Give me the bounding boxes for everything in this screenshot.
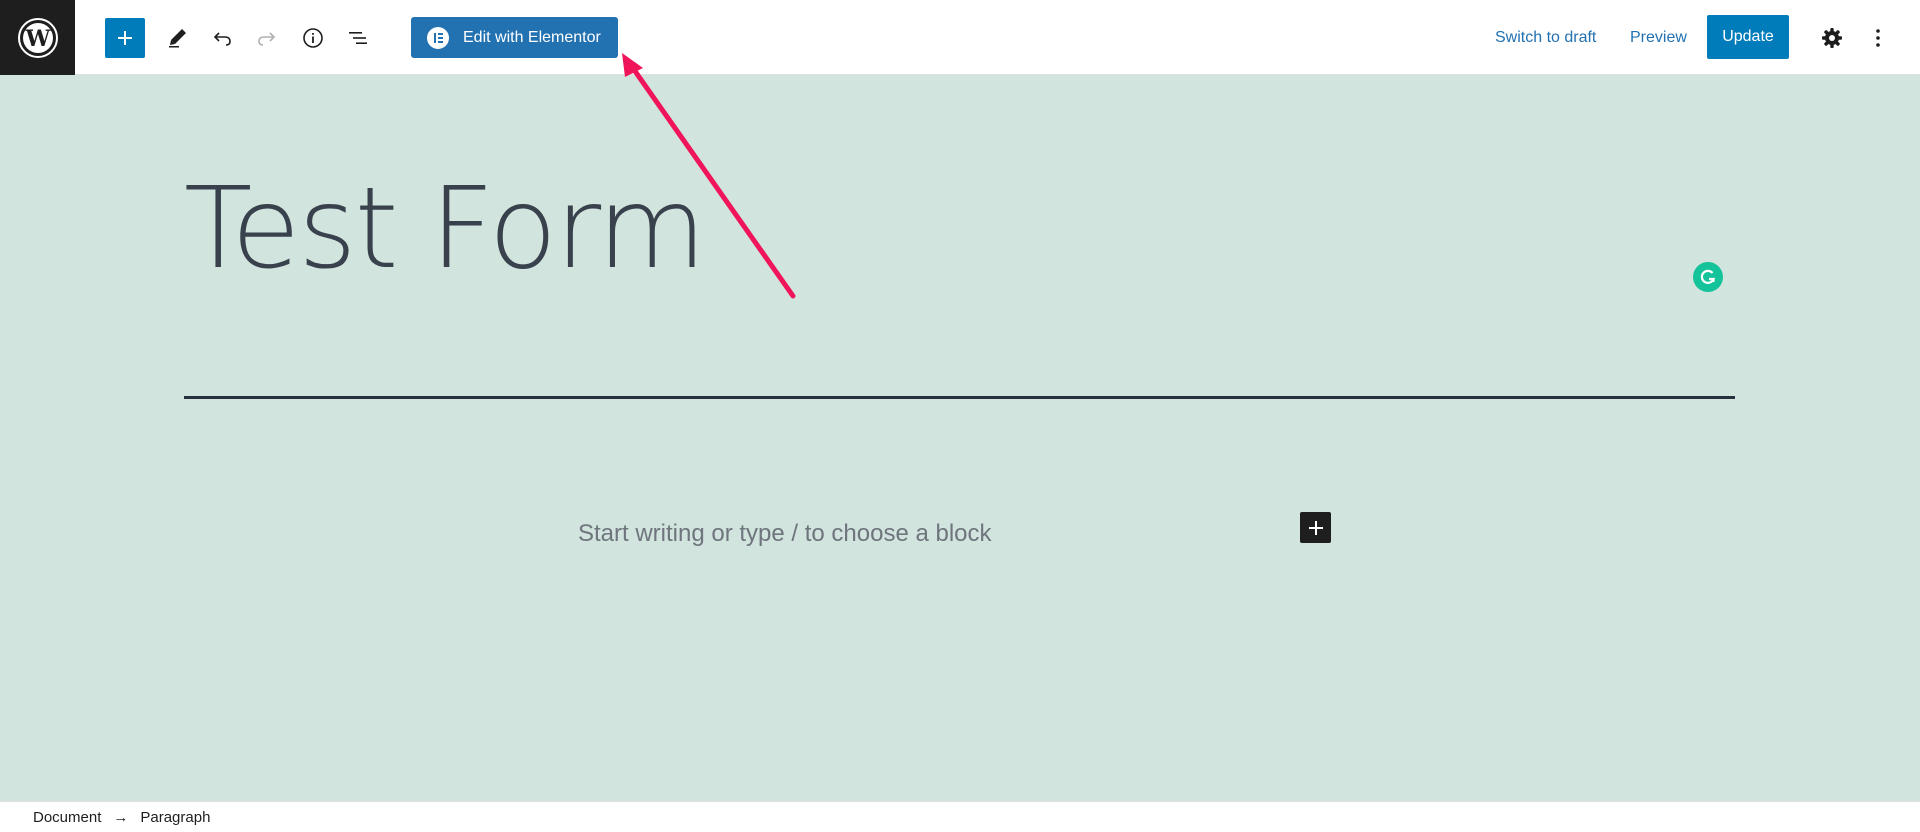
- post-title[interactable]: Test Form: [184, 173, 706, 285]
- wordpress-logo-icon: W: [17, 17, 58, 58]
- add-block-button[interactable]: [105, 18, 145, 58]
- undo-icon: [213, 32, 231, 46]
- wordpress-logo-button[interactable]: W: [0, 0, 75, 75]
- plus-icon: [1308, 520, 1323, 535]
- svg-text:W: W: [24, 26, 50, 52]
- details-button[interactable]: [293, 18, 333, 58]
- gear-icon: [1822, 28, 1842, 48]
- vertical-ellipsis-icon: [1876, 29, 1880, 47]
- edit-with-elementor-button[interactable]: Edit with Elementor: [411, 17, 618, 58]
- elementor-logo-icon: [427, 26, 449, 49]
- block-breadcrumb: Document → Paragraph: [0, 801, 1920, 832]
- editor-canvas: Test Form Start writing or type / to cho…: [0, 75, 1920, 801]
- grammarly-icon: [1700, 269, 1716, 284]
- breadcrumb-separator: →: [113, 808, 129, 826]
- more-options-button[interactable]: [1858, 18, 1898, 58]
- grammarly-button[interactable]: [1693, 262, 1723, 292]
- plus-icon: [118, 31, 132, 45]
- update-button[interactable]: Update: [1707, 15, 1789, 59]
- preview-button[interactable]: Preview: [1630, 20, 1687, 56]
- redo-button[interactable]: [247, 18, 287, 58]
- switch-to-draft-button[interactable]: Switch to draft: [1495, 20, 1596, 56]
- undo-button[interactable]: [202, 18, 242, 58]
- settings-button[interactable]: [1812, 18, 1852, 58]
- list-view-icon: [349, 32, 367, 44]
- tools-button[interactable]: [157, 18, 197, 58]
- block-inserter-button[interactable]: [1300, 512, 1331, 543]
- edit-with-elementor-label: Edit with Elementor: [463, 28, 601, 46]
- info-icon: [303, 28, 323, 48]
- separator-block[interactable]: [184, 396, 1735, 399]
- paragraph-placeholder[interactable]: Start writing or type / to choose a bloc…: [578, 520, 992, 548]
- breadcrumb-paragraph[interactable]: Paragraph: [140, 809, 210, 826]
- editor-header: W Edit with Elementor Switch to draft Pr…: [0, 0, 1920, 75]
- redo-icon: [258, 32, 276, 46]
- pencil-icon: [169, 29, 186, 48]
- breadcrumb-document[interactable]: Document: [33, 809, 101, 826]
- list-view-button[interactable]: [338, 18, 378, 58]
